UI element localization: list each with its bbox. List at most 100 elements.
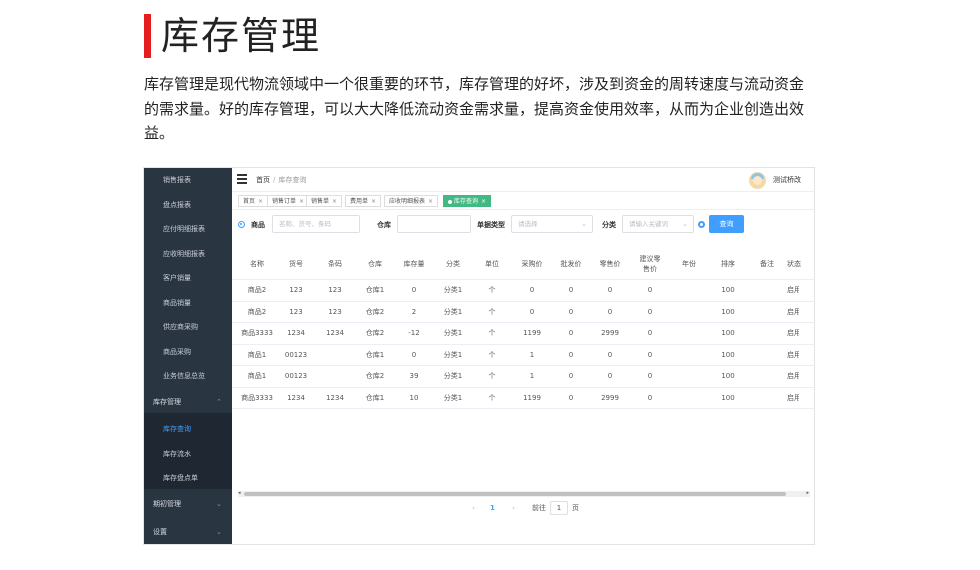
sidebar-item-goods-sales[interactable]: 商品销量 (144, 291, 232, 315)
table-header-row: 名称 货号 条码 仓库 库存量 分类 单位 采购价 批发价 零售价 建议零售价 年份 排序 备注 状态 (232, 248, 814, 280)
table-cell: 39 (409, 372, 419, 380)
table-cell: 0 (568, 372, 574, 380)
table-row[interactable]: 商品3333 1234 1234 仓库1 10 分类1 个 1199 0 2999 0 100 启用 (232, 388, 814, 409)
close-icon[interactable]: × (481, 198, 486, 205)
table-cell (670, 345, 708, 367)
page-number-current[interactable]: 1 (490, 500, 495, 516)
warehouse-select[interactable] (397, 215, 471, 233)
table-row[interactable]: 商品3333 1234 1234 仓库2 -12 分类1 个 1199 0 2999 0 100 启用 (232, 323, 814, 345)
table-cell: 商品3333 (241, 329, 273, 337)
table-cell: 2999 (601, 393, 619, 402)
table-row[interactable]: 商品2 123 123 仓库1 0 分类1 个 0 0 0 0 100 启用 (232, 280, 814, 302)
table-cell: 商品2 (247, 286, 267, 294)
table-cell: 仓库2 (365, 329, 385, 337)
sidebar-item-customer-sales[interactable]: 客户销量 (144, 266, 232, 290)
title-accent-bar (144, 14, 151, 58)
sidebar-group-settings[interactable]: 设置 ⌄ (144, 520, 232, 544)
sidebar-item-inventory-query[interactable]: 库存查询 (144, 417, 232, 441)
tabs-bar: 首页 × 销售订单 × 销售单 × 费用单 × 应收明细报表 × 库存查询 × (232, 192, 814, 210)
tab-expense-doc[interactable]: 费用单 × (345, 195, 382, 207)
sidebar-item-inventory-flow[interactable]: 库存流水 (144, 442, 232, 466)
horizontal-scrollbar[interactable]: ◂ ▸ (238, 490, 810, 497)
breadcrumb-home[interactable]: 首页 (256, 176, 270, 184)
tab-label: 首页 (243, 198, 256, 205)
sidebar-group-period[interactable]: 期初管理 ⌄ (144, 492, 232, 516)
username[interactable]: 测试桥改 (773, 168, 801, 192)
chevron-down-icon: ⌄ (216, 500, 222, 508)
sidebar-item-receivable-report[interactable]: 应收明细报表 (144, 242, 232, 266)
table-cell: 0 (647, 350, 653, 359)
table-cell: 启用 (787, 329, 799, 337)
table-row[interactable]: 商品100123仓库239分类1个1000100启用 (232, 366, 814, 388)
goods-search-input[interactable]: 名称、货号、条码 (272, 215, 360, 233)
table-cell: 仓库1 (365, 286, 385, 294)
scroll-left-icon[interactable]: ◂ (238, 490, 241, 496)
table-cell: 123 (289, 307, 303, 316)
close-icon[interactable]: × (299, 198, 304, 205)
tab-receivable-report[interactable]: 应收明细报表 × (384, 195, 439, 207)
close-icon[interactable]: × (332, 198, 337, 205)
next-page-icon[interactable]: › (512, 500, 515, 516)
table-cell: 1234 (326, 329, 344, 337)
table-cell: 0 (607, 350, 613, 359)
table-cell: 2 (411, 307, 417, 316)
tab-home[interactable]: 首页 × (238, 195, 269, 207)
sidebar-item-stocktake-report[interactable]: 盘点报表 (144, 193, 232, 217)
sidebar-item-sales-report[interactable]: 销售报表 (144, 168, 232, 192)
close-icon[interactable]: × (428, 198, 433, 205)
avatar[interactable] (749, 172, 766, 189)
table-cell: 商品1 (247, 350, 267, 359)
table-cell: 100 (721, 393, 735, 402)
table-cell: 个 (488, 286, 496, 294)
table-cell: 商品2 (247, 307, 267, 316)
doc-type-select[interactable]: 请选择 ⌄ (511, 215, 593, 233)
sidebar-item-business-overview[interactable]: 业务信息总览 (144, 364, 232, 388)
header-unit: 单位 (485, 260, 499, 268)
tab-inventory-query[interactable]: 库存查询 × (443, 195, 492, 207)
header-wholesale-price: 批发价 (560, 260, 582, 268)
tab-sales-order[interactable]: 销售订单 × (267, 195, 310, 207)
scroll-right-icon[interactable]: ▸ (806, 490, 809, 496)
table-cell (670, 323, 708, 345)
table-cell: 分类1 (443, 372, 463, 380)
breadcrumb: 首页 / 库存查询 (256, 168, 306, 192)
table-row[interactable]: 商品100123仓库10分类1个1000100启用 (232, 345, 814, 367)
close-icon[interactable]: × (371, 198, 376, 205)
sidebar-group-inventory[interactable]: 库存管理 ⌃ (144, 390, 232, 414)
sidebar-item-payable-report[interactable]: 应付明细报表 (144, 217, 232, 241)
tab-label: 应收明细报表 (389, 198, 426, 205)
header-status: 状态 (787, 260, 801, 268)
table-cell: 个 (488, 393, 496, 402)
goods-radio[interactable] (238, 221, 245, 228)
table-cell: 0 (568, 286, 574, 294)
add-category-icon[interactable] (698, 221, 705, 228)
page-jump-input[interactable]: 1 (550, 501, 568, 515)
category-select[interactable]: 请输入关键词 ⌄ (622, 215, 694, 233)
table-row[interactable]: 商品2 123 123 仓库2 2 分类1 个 0 0 0 0 100 启用 (232, 302, 814, 324)
table-cell (670, 280, 708, 302)
scrollbar-thumb[interactable] (244, 492, 786, 496)
category-placeholder: 请输入关键词 (629, 220, 668, 228)
prev-page-icon[interactable]: ‹ (472, 500, 475, 516)
chevron-down-icon: ⌄ (682, 220, 688, 228)
sidebar: 销售报表 盘点报表 应付明细报表 应收明细报表 客户销量 商品销量 供应商采购 … (144, 168, 232, 544)
sidebar-item-inventory-stocktake[interactable]: 库存盘点单 (144, 466, 232, 490)
table-cell (748, 345, 786, 367)
table-cell: 仓库2 (365, 307, 385, 316)
tab-label: 销售单 (311, 198, 330, 205)
header-retail-price: 零售价 (599, 260, 621, 268)
table-cell: 启用 (787, 393, 799, 402)
table-cell: 分类1 (443, 307, 463, 316)
menu-toggle-icon[interactable] (237, 174, 247, 184)
table-cell: 0 (568, 393, 574, 402)
table-cell (748, 302, 786, 324)
header-purchase-price: 采购价 (521, 260, 543, 268)
sidebar-item-goods-purchase[interactable]: 商品采购 (144, 340, 232, 364)
tab-sales-doc[interactable]: 销售单 × (306, 195, 343, 207)
close-icon[interactable]: × (258, 198, 263, 205)
table-cell: 100 (721, 307, 735, 316)
search-button[interactable]: 查询 (709, 215, 744, 233)
sidebar-item-supplier-purchase[interactable]: 供应商采购 (144, 315, 232, 339)
tab-label: 销售订单 (272, 198, 297, 205)
table-cell (748, 366, 786, 388)
